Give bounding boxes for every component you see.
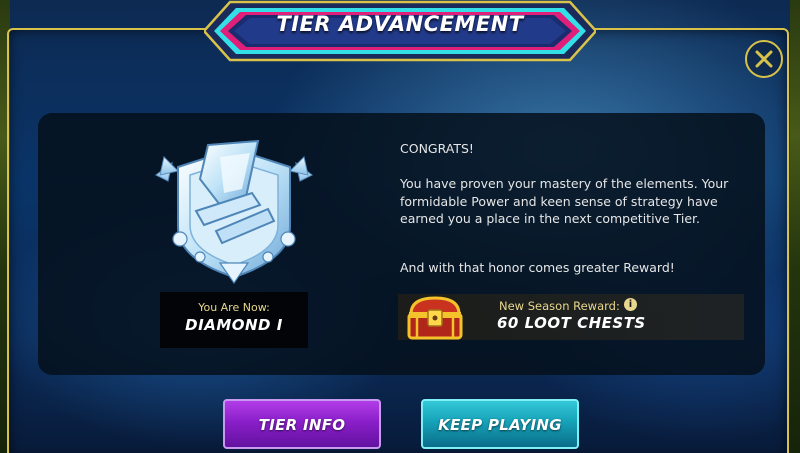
advancement-message: You have proven your mastery of the elem… xyxy=(400,176,729,227)
close-button[interactable] xyxy=(745,40,783,78)
reward-intro-text: And with that honor comes greater Reward… xyxy=(400,260,675,275)
loot-chest-icon xyxy=(407,296,463,340)
right-edge-strip xyxy=(790,0,800,453)
info-icon[interactable]: i xyxy=(624,298,637,311)
tier-info-button[interactable]: TIER INFO xyxy=(223,399,381,449)
page-title: TIER ADVANCEMENT xyxy=(276,12,524,36)
game-background: TIER ADVANCEMENT You Are Now: DIAMOND I … xyxy=(0,0,800,453)
reward-value: 60 LOOT CHESTS xyxy=(497,314,646,332)
rank-box: You Are Now: DIAMOND I xyxy=(160,292,308,348)
close-icon xyxy=(755,50,773,68)
diamond-tier-badge-icon xyxy=(155,139,313,285)
reward-label: New Season Reward: xyxy=(499,299,620,313)
congrats-text: CONGRATS! xyxy=(400,141,474,156)
rank-name: DIAMOND I xyxy=(185,316,283,334)
rank-caption: You Are Now: xyxy=(198,301,270,314)
keep-playing-button[interactable]: KEEP PLAYING xyxy=(421,399,579,449)
